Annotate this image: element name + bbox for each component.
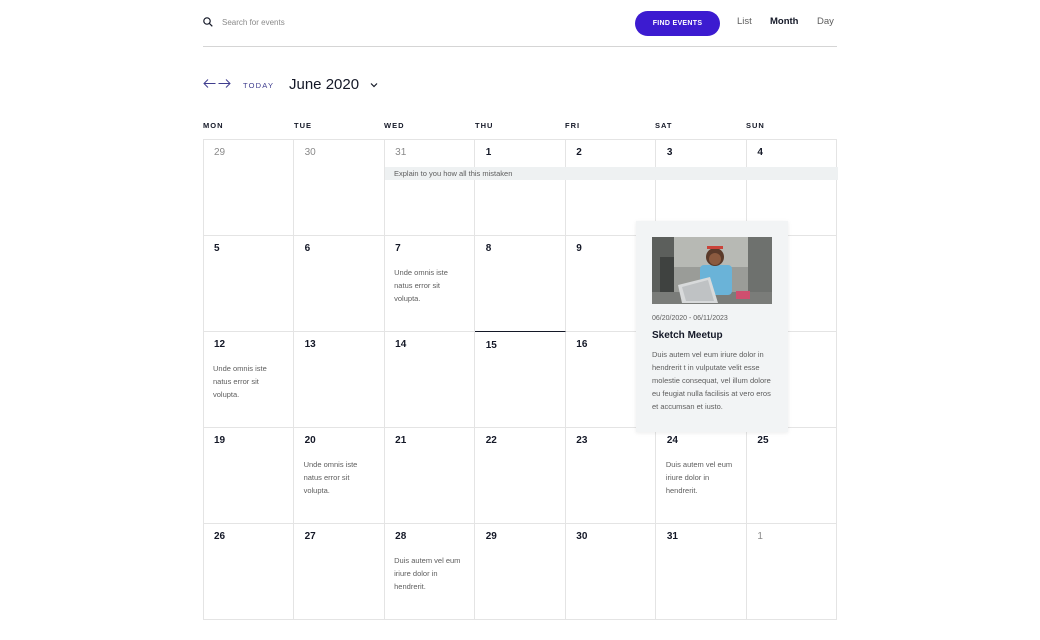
day-cell[interactable]: 28 Duis autem vel eum iriure dolor in hen… (384, 523, 476, 620)
day-number[interactable]: 5 (214, 243, 220, 254)
weekday-header: FRI (565, 121, 581, 130)
search-input[interactable] (222, 15, 522, 29)
month-navigation: TODAY June 2020 (203, 74, 503, 96)
day-cell[interactable]: 14 (384, 331, 476, 428)
day-number[interactable]: 8 (486, 243, 492, 254)
calendar-event[interactable]: Duis autem vel eum iriure dolor in hendr… (666, 458, 738, 497)
multi-day-event[interactable]: Explain to you how all this mistaken (385, 167, 838, 180)
day-cell[interactable]: 29 (474, 523, 566, 620)
day-number[interactable]: 30 (576, 531, 587, 542)
day-number[interactable]: 7 (395, 243, 401, 254)
day-cell[interactable]: 25 (746, 427, 838, 524)
calendar-event[interactable]: Duis autem vel eum iriure dolor in hendr… (394, 554, 466, 593)
day-number[interactable]: 16 (576, 339, 587, 350)
day-number[interactable]: 24 (667, 435, 678, 446)
day-number[interactable]: 21 (395, 435, 406, 446)
day-number[interactable]: 19 (214, 435, 225, 446)
weekday-header: MON (203, 121, 224, 130)
weekday-header: THU (475, 121, 494, 130)
arrow-left-icon[interactable] (203, 78, 216, 89)
event-title[interactable]: Sketch Meetup (652, 330, 723, 341)
weekday-header: WED (384, 121, 405, 130)
day-number[interactable]: 22 (486, 435, 497, 446)
day-number[interactable]: 31 (667, 531, 678, 542)
day-number[interactable]: 2 (576, 147, 582, 158)
event-description: Duis autem vel eum iriure dolor in hendr… (652, 350, 771, 411)
weekday-header: SUN (746, 121, 765, 130)
find-events-button[interactable]: FIND EVENTS (635, 11, 720, 36)
day-cell[interactable]: 15 (474, 331, 566, 428)
calendar-event[interactable]: Unde omnis iste natus error sit volupta. (213, 362, 285, 401)
day-cell[interactable]: 21 (384, 427, 476, 524)
day-cell[interactable]: 29 (203, 139, 295, 236)
day-cell[interactable]: 12 Unde omnis iste natus error sit volupt… (203, 331, 295, 428)
day-number[interactable]: 27 (305, 531, 316, 542)
day-number[interactable]: 31 (395, 147, 406, 158)
day-number[interactable]: 1 (486, 147, 492, 158)
day-cell[interactable]: 30 (293, 139, 385, 236)
day-cell[interactable]: 8 (474, 235, 566, 332)
search-icon[interactable] (203, 17, 213, 27)
day-cell[interactable]: 23 (565, 427, 657, 524)
day-cell[interactable]: 27 (293, 523, 385, 620)
calendar-event[interactable]: Unde omnis iste natus error sit volupta. (304, 458, 376, 497)
view-tab-month[interactable]: Month (770, 16, 799, 27)
today-button[interactable]: TODAY (243, 81, 274, 90)
day-number[interactable]: 23 (576, 435, 587, 446)
day-cell[interactable]: 1 (746, 523, 838, 620)
day-cell[interactable]: 20 Unde omnis iste natus error sit volupt… (293, 427, 385, 524)
day-number[interactable]: 3 (667, 147, 673, 158)
month-title[interactable]: June 2020 (289, 76, 359, 93)
day-number[interactable]: 28 (395, 531, 406, 542)
day-cell[interactable]: 13 (293, 331, 385, 428)
day-number[interactable]: 29 (486, 531, 497, 542)
weekday-header: SAT (655, 121, 673, 130)
day-number[interactable]: 1 (757, 531, 763, 542)
day-number[interactable]: 4 (757, 147, 763, 158)
day-cell[interactable]: 7 Unde omnis iste natus error sit volupta… (384, 235, 476, 332)
day-cell[interactable]: 31 (384, 139, 476, 236)
weekday-header: TUE (294, 121, 312, 130)
day-number[interactable]: 13 (305, 339, 316, 350)
view-tab-list[interactable]: List (737, 16, 752, 27)
event-image (652, 237, 772, 304)
day-cell[interactable]: 24 Duis autem vel eum iriure dolor in hen… (655, 427, 747, 524)
day-cell[interactable]: 30 (565, 523, 657, 620)
day-number[interactable]: 14 (395, 339, 406, 350)
day-cell[interactable]: 31 (655, 523, 747, 620)
view-tab-day[interactable]: Day (817, 16, 834, 27)
day-number[interactable]: 6 (305, 243, 311, 254)
day-cell[interactable]: 19 (203, 427, 295, 524)
day-cell[interactable]: 5 (203, 235, 295, 332)
day-cell[interactable]: 1 (474, 139, 566, 236)
day-cell[interactable]: 22 (474, 427, 566, 524)
chevron-down-icon[interactable] (370, 82, 378, 88)
arrow-right-icon[interactable] (218, 78, 231, 89)
events-bar: FIND EVENTS List Month Day (203, 0, 837, 47)
day-cell[interactable]: 26 (203, 523, 295, 620)
day-cell[interactable]: 6 (293, 235, 385, 332)
event-tooltip: 06/20/2020 - 06/11/2023 Sketch Meetup Du… (636, 221, 788, 432)
day-number[interactable]: 20 (305, 435, 316, 446)
day-number[interactable]: 29 (214, 147, 225, 158)
calendar-event[interactable]: Unde omnis iste natus error sit volupta. (394, 266, 466, 305)
day-number[interactable]: 15 (486, 340, 497, 351)
day-number[interactable]: 9 (576, 243, 582, 254)
day-number[interactable]: 25 (757, 435, 768, 446)
event-date-range: 06/20/2020 - 06/11/2023 (652, 315, 728, 322)
day-number[interactable]: 26 (214, 531, 225, 542)
day-number[interactable]: 12 (214, 339, 225, 350)
day-number[interactable]: 30 (305, 147, 316, 158)
